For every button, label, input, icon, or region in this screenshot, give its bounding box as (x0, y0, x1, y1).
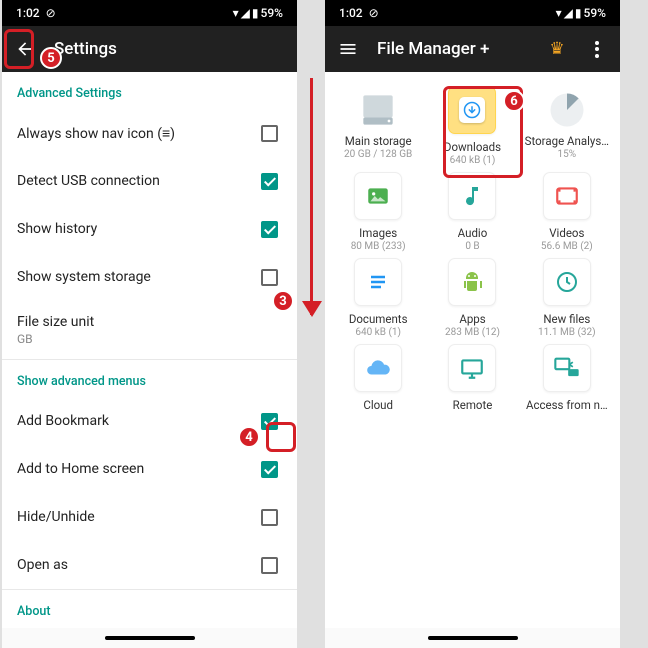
tile-videos[interactable]: Videos56.6 MB (2) (522, 172, 612, 252)
row-openas[interactable]: Open as (2, 541, 297, 589)
nosim-icon: ⊘ (369, 6, 379, 20)
status-time: 1:02 (339, 6, 363, 20)
nav-bar[interactable] (2, 628, 297, 648)
status-bar: 1:02 ⊘ ▾ ◢ ▮ 59% (325, 0, 620, 26)
annotation-badge-3: 3 (272, 290, 294, 312)
clock-icon (543, 258, 591, 306)
row-history[interactable]: Show history (2, 205, 297, 253)
nosim-icon: ⊘ (46, 6, 56, 20)
checkbox-nav-icon[interactable] (261, 125, 278, 142)
overflow-menu[interactable] (586, 38, 608, 60)
tile-label: Storage Analys… (525, 134, 609, 148)
status-bar: 1:02 ⊘ ▾ ◢ ▮ 59% (2, 0, 297, 26)
download-icon (448, 86, 496, 134)
nav-bar[interactable] (325, 628, 620, 648)
checkbox-hide[interactable] (261, 509, 278, 526)
phone-file-manager: 1:02 ⊘ ▾ ◢ ▮ 59% File Manager + ♛ Main st… (325, 0, 620, 648)
tile-label: Access from n… (526, 398, 608, 412)
row-file-size[interactable]: File size unitGB (2, 301, 297, 359)
section-advanced: Advanced Settings (2, 72, 297, 109)
app-bar: File Manager + ♛ (325, 26, 620, 72)
hdd-icon (354, 86, 402, 134)
battery-pct: 59% (584, 6, 606, 20)
annotation-badge-4: 4 (238, 426, 260, 448)
tile-cloud[interactable]: Cloud (333, 344, 423, 412)
menu-button[interactable] (337, 38, 359, 60)
monitor-icon (448, 344, 496, 392)
image-icon (354, 172, 402, 220)
wifi-icon: ▾ (556, 6, 562, 20)
checkbox-system-storage[interactable] (261, 269, 278, 286)
section-menus: Show advanced menus (2, 360, 297, 397)
tile-storage-analysis[interactable]: Storage Analys…15% (522, 86, 612, 166)
tile-audio[interactable]: Audio0 B (427, 172, 517, 252)
status-time: 1:02 (16, 6, 40, 20)
tile-documents[interactable]: Documents640 kB (1) (333, 258, 423, 338)
tile-images[interactable]: Images80 MB (233) (333, 172, 423, 252)
row-home-screen[interactable]: Add to Home screen (2, 445, 297, 493)
signal-icon: ◢ (564, 6, 573, 20)
fm-content[interactable]: Main storage20 GB / 128 GB Downloads640 … (325, 72, 620, 628)
battery-icon: ▮ (252, 6, 259, 20)
signal-icon: ◢ (241, 6, 250, 20)
checkbox-usb[interactable] (261, 173, 278, 190)
tile-access-network[interactable]: Access from n… (522, 344, 612, 412)
checkbox-home-screen[interactable] (261, 461, 278, 478)
checkbox-openas[interactable] (261, 557, 278, 574)
tile-apps[interactable]: Apps283 MB (12) (427, 258, 517, 338)
back-button[interactable] (14, 38, 36, 60)
tile-main-storage[interactable]: Main storage20 GB / 128 GB (333, 86, 423, 166)
wifi-icon: ▾ (233, 6, 239, 20)
settings-content[interactable]: Advanced Settings Always show nav icon (… (2, 72, 297, 628)
battery-icon: ▮ (575, 6, 582, 20)
row-nav-icon[interactable]: Always show nav icon (≡) (2, 109, 297, 157)
battery-pct: 59% (261, 6, 283, 20)
checkbox-bookmark[interactable] (261, 413, 278, 430)
premium-icon[interactable]: ♛ (546, 38, 568, 60)
annotation-arrow (310, 78, 313, 315)
video-icon (543, 172, 591, 220)
page-title: File Manager + (377, 39, 489, 59)
annotation-badge-5: 5 (40, 47, 62, 69)
music-icon (448, 172, 496, 220)
android-icon (448, 258, 496, 306)
checkbox-history[interactable] (261, 221, 278, 238)
row-hide[interactable]: Hide/Unhide (2, 493, 297, 541)
tile-new-files[interactable]: New files11.1 MB (32) (522, 258, 612, 338)
row-system-storage[interactable]: Show system storage (2, 253, 297, 301)
tile-remote[interactable]: Remote (427, 344, 517, 412)
page-title: Settings (54, 39, 117, 59)
pie-icon (543, 86, 591, 134)
row-usb[interactable]: Detect USB connection (2, 157, 297, 205)
section-about: About (2, 590, 297, 627)
cloud-icon (354, 344, 402, 392)
document-icon (354, 258, 402, 306)
network-icon (543, 344, 591, 392)
annotation-badge-6: 6 (503, 90, 525, 112)
phone-settings: 1:02 ⊘ ▾ ◢ ▮ 59% Settings Advanced Settin… (2, 0, 297, 648)
